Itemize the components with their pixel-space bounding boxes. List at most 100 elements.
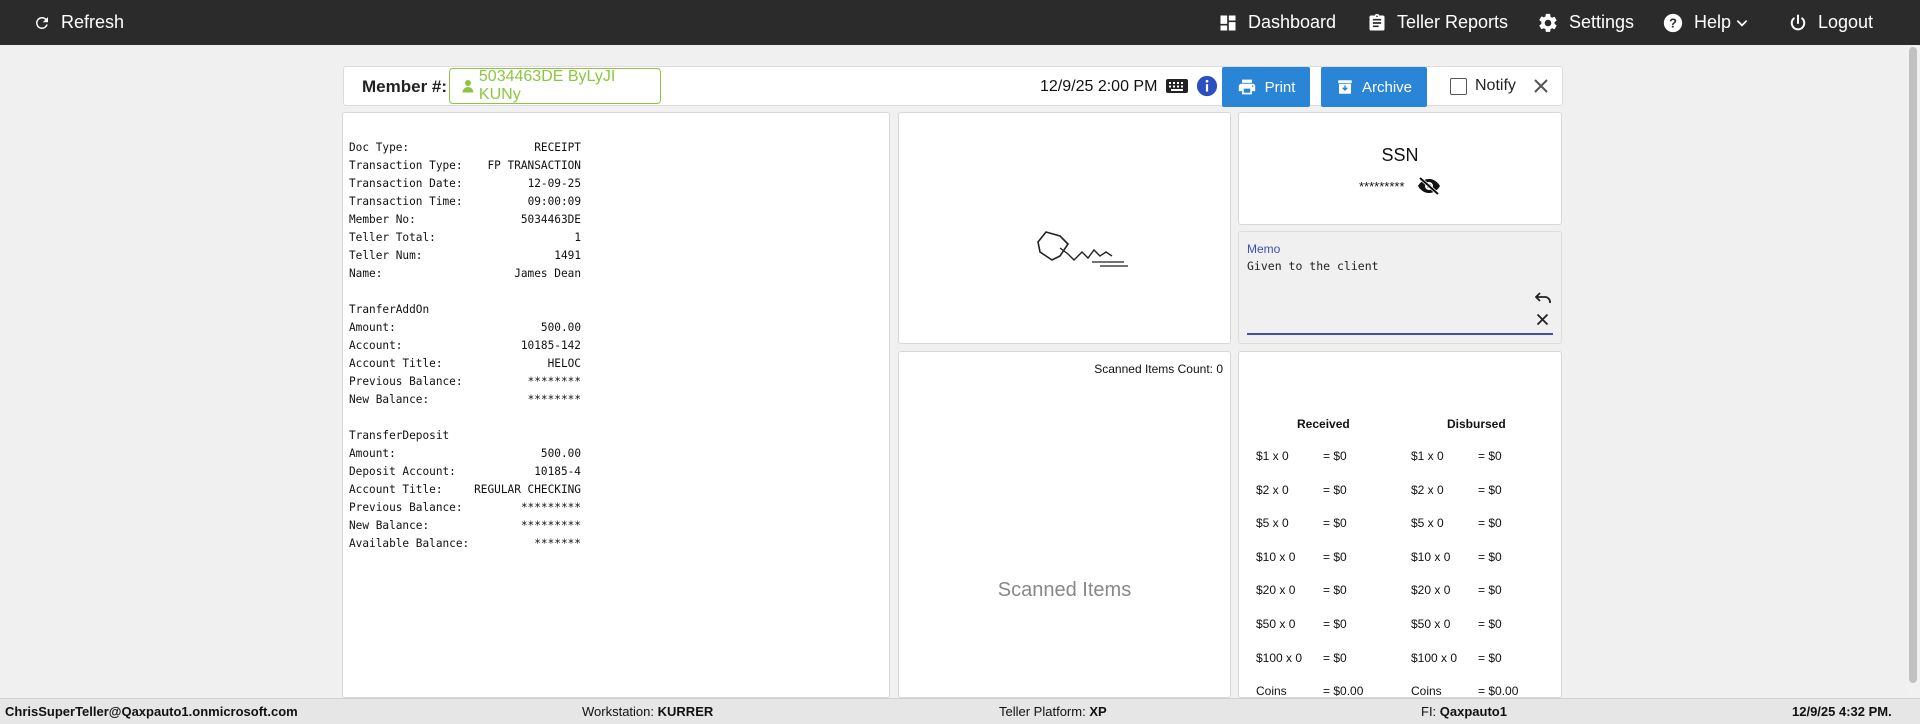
receipt-row: Transaction Date: 12-09-25 bbox=[349, 175, 581, 193]
print-button[interactable]: Print bbox=[1222, 67, 1310, 107]
archive-button[interactable]: Archive bbox=[1321, 67, 1427, 107]
disbursed-total: = $0.00 bbox=[1478, 684, 1519, 699]
received-total: = $0 bbox=[1323, 617, 1347, 631]
info-icon[interactable] bbox=[1196, 75, 1218, 97]
receipt-row: Transaction Type: FP TRANSACTION bbox=[349, 157, 581, 175]
receipt-value: 12-09-25 bbox=[527, 177, 581, 190]
received-denomination: $5 x 0 bbox=[1256, 516, 1289, 531]
close-icon[interactable] bbox=[1532, 77, 1550, 95]
nav-dashboard[interactable]: Dashboard bbox=[1218, 0, 1336, 45]
received-total: = $0 bbox=[1323, 516, 1347, 531]
nav-dashboard-label: Dashboard bbox=[1248, 12, 1337, 32]
clipboard-icon bbox=[1369, 13, 1385, 31]
disbursed-denomination: $5 x 0 bbox=[1411, 516, 1444, 531]
receipt-value: 500.00 bbox=[540, 447, 581, 460]
ssn-title: SSN bbox=[1381, 145, 1419, 165]
status-user: ChrisSuperTeller@Qaxpauto1.onmicrosoft.c… bbox=[5, 704, 298, 719]
received-denomination: $2 x 0 bbox=[1256, 482, 1289, 497]
received-denomination: $1 x 0 bbox=[1256, 449, 1289, 463]
nav-settings[interactable]: Settings bbox=[1537, 0, 1634, 45]
status-time: 12/9/25 4:32 PM. bbox=[1792, 704, 1892, 719]
memo-input[interactable] bbox=[1247, 259, 1527, 273]
cash-row: $10 x 0 = $0 $10 x 0 = $0 bbox=[1239, 550, 1561, 566]
receipt-row: Doc Type: RECEIPT bbox=[349, 139, 581, 157]
receipt-value: HELOC bbox=[547, 357, 581, 370]
receipt-spacer bbox=[349, 283, 581, 301]
receipt-row: TransferDeposit bbox=[349, 427, 581, 445]
received-total: = $0 bbox=[1323, 549, 1347, 564]
receipt-row: Teller Num: 1491 bbox=[349, 247, 581, 265]
dashboard-icon bbox=[1220, 15, 1236, 30]
status-workstation-label: Workstation: bbox=[582, 704, 655, 719]
receipt-label: New Balance: bbox=[349, 393, 430, 406]
disbursed-denomination: $1 x 0 bbox=[1411, 449, 1444, 463]
nav-help[interactable]: ? Help bbox=[1662, 0, 1749, 45]
receipt-label: Previous Balance: bbox=[349, 501, 463, 514]
refresh-button[interactable]: Refresh bbox=[33, 0, 124, 45]
status-platform: Teller Platform: XP bbox=[999, 704, 1107, 719]
notify-checkbox-box[interactable] bbox=[1450, 77, 1467, 95]
receipt-row: New Balance: ********* bbox=[349, 517, 581, 535]
receipt-text: Doc Type: RECEIPT Transaction Type: FP TRAN… bbox=[349, 139, 581, 553]
receipt-value: ******* bbox=[534, 537, 581, 550]
receipt-row: Amount: 500.00 bbox=[349, 445, 581, 463]
receipt-label: Teller Total: bbox=[349, 231, 436, 244]
receipt-value: 10185-4 bbox=[534, 465, 581, 478]
received-denomination: Coins bbox=[1256, 684, 1287, 699]
ssn-panel: SSN ********* bbox=[1238, 112, 1562, 225]
keyboard-icon[interactable] bbox=[1166, 78, 1188, 94]
receipt-label: Doc Type: bbox=[349, 141, 410, 154]
received-total: = $0.00 bbox=[1323, 684, 1364, 699]
nav-logout[interactable]: Logout bbox=[1788, 0, 1873, 45]
receipt-row: Amount: 500.00 bbox=[349, 319, 581, 337]
status-fi-value: Qaxpauto1 bbox=[1439, 704, 1507, 719]
printer-icon bbox=[1238, 79, 1255, 95]
status-workstation: Workstation: KURRER bbox=[582, 704, 713, 719]
disbursed-total: = $0 bbox=[1478, 482, 1502, 497]
scrollbar-thumb[interactable] bbox=[1909, 47, 1917, 683]
receipt-value: 1 bbox=[574, 231, 581, 244]
nav-logout-label: Logout bbox=[1818, 12, 1874, 32]
clear-icon[interactable] bbox=[1536, 313, 1549, 326]
received-denomination: $50 x 0 bbox=[1256, 617, 1296, 631]
receipt-value: FP TRANSACTION bbox=[487, 159, 581, 172]
receipt-value: ******** bbox=[527, 375, 581, 388]
cash-row: $20 x 0 = $0 $20 x 0 = $0 bbox=[1239, 583, 1561, 599]
status-platform-value: XP bbox=[1089, 704, 1107, 719]
disbursed-total: = $0 bbox=[1478, 583, 1502, 598]
power-icon bbox=[1790, 14, 1806, 30]
receipt-label: Amount: bbox=[349, 321, 396, 334]
received-total: = $0 bbox=[1323, 583, 1347, 598]
receipt-row: Previous Balance: ********* bbox=[349, 499, 581, 517]
receipt-value: 09:00:09 bbox=[527, 195, 581, 208]
disbursed-total: = $0 bbox=[1478, 549, 1502, 564]
receipt-label: Available Balance: bbox=[349, 537, 470, 550]
signature-image bbox=[1037, 231, 1128, 267]
top-navbar: Refresh Dashboard Teller Reports Setting… bbox=[0, 0, 1920, 45]
receipt-spacer bbox=[349, 409, 581, 427]
receipt-value: 1491 bbox=[554, 249, 581, 262]
undo-icon[interactable] bbox=[1535, 292, 1551, 304]
receipt-row: TranferAddOn bbox=[349, 301, 581, 319]
receipt-label: New Balance: bbox=[349, 519, 430, 532]
receipt-label: TranferAddOn bbox=[349, 303, 430, 316]
receipt-value: ********* bbox=[520, 519, 581, 532]
receipt-label: Deposit Account: bbox=[349, 465, 456, 478]
page-scrollbar[interactable] bbox=[1906, 45, 1920, 698]
notify-checkbox[interactable]: Notify bbox=[1450, 77, 1516, 95]
gear-icon bbox=[1539, 13, 1557, 32]
receipt-value: RECEIPT bbox=[534, 141, 581, 154]
receipt-label: Transaction Date: bbox=[349, 177, 463, 190]
scanned-items-panel: Scanned Items Count: 0 Scanned Items bbox=[898, 351, 1231, 698]
cash-summary-panel: Received Disbursed $1 x 0 = $0 $1 x 0 = $0 $… bbox=[1238, 351, 1562, 698]
member-chip[interactable]: 5034463DE ByLyJI KUNy bbox=[449, 68, 661, 104]
received-total: = $0 bbox=[1323, 482, 1347, 497]
disbursed-denomination: $10 x 0 bbox=[1411, 549, 1451, 564]
cash-row: $100 x 0 = $0 $100 x 0 = $0 bbox=[1239, 651, 1561, 667]
receipt-value: 5034463DE bbox=[520, 213, 581, 226]
member-chip-text: 5034463DE ByLyJI KUNy bbox=[478, 68, 616, 103]
nav-teller-reports[interactable]: Teller Reports bbox=[1367, 0, 1508, 45]
eye-off-icon[interactable] bbox=[1417, 177, 1441, 195]
archive-label: Archive bbox=[1361, 78, 1413, 96]
receipt-label: Transaction Type: bbox=[349, 159, 463, 172]
